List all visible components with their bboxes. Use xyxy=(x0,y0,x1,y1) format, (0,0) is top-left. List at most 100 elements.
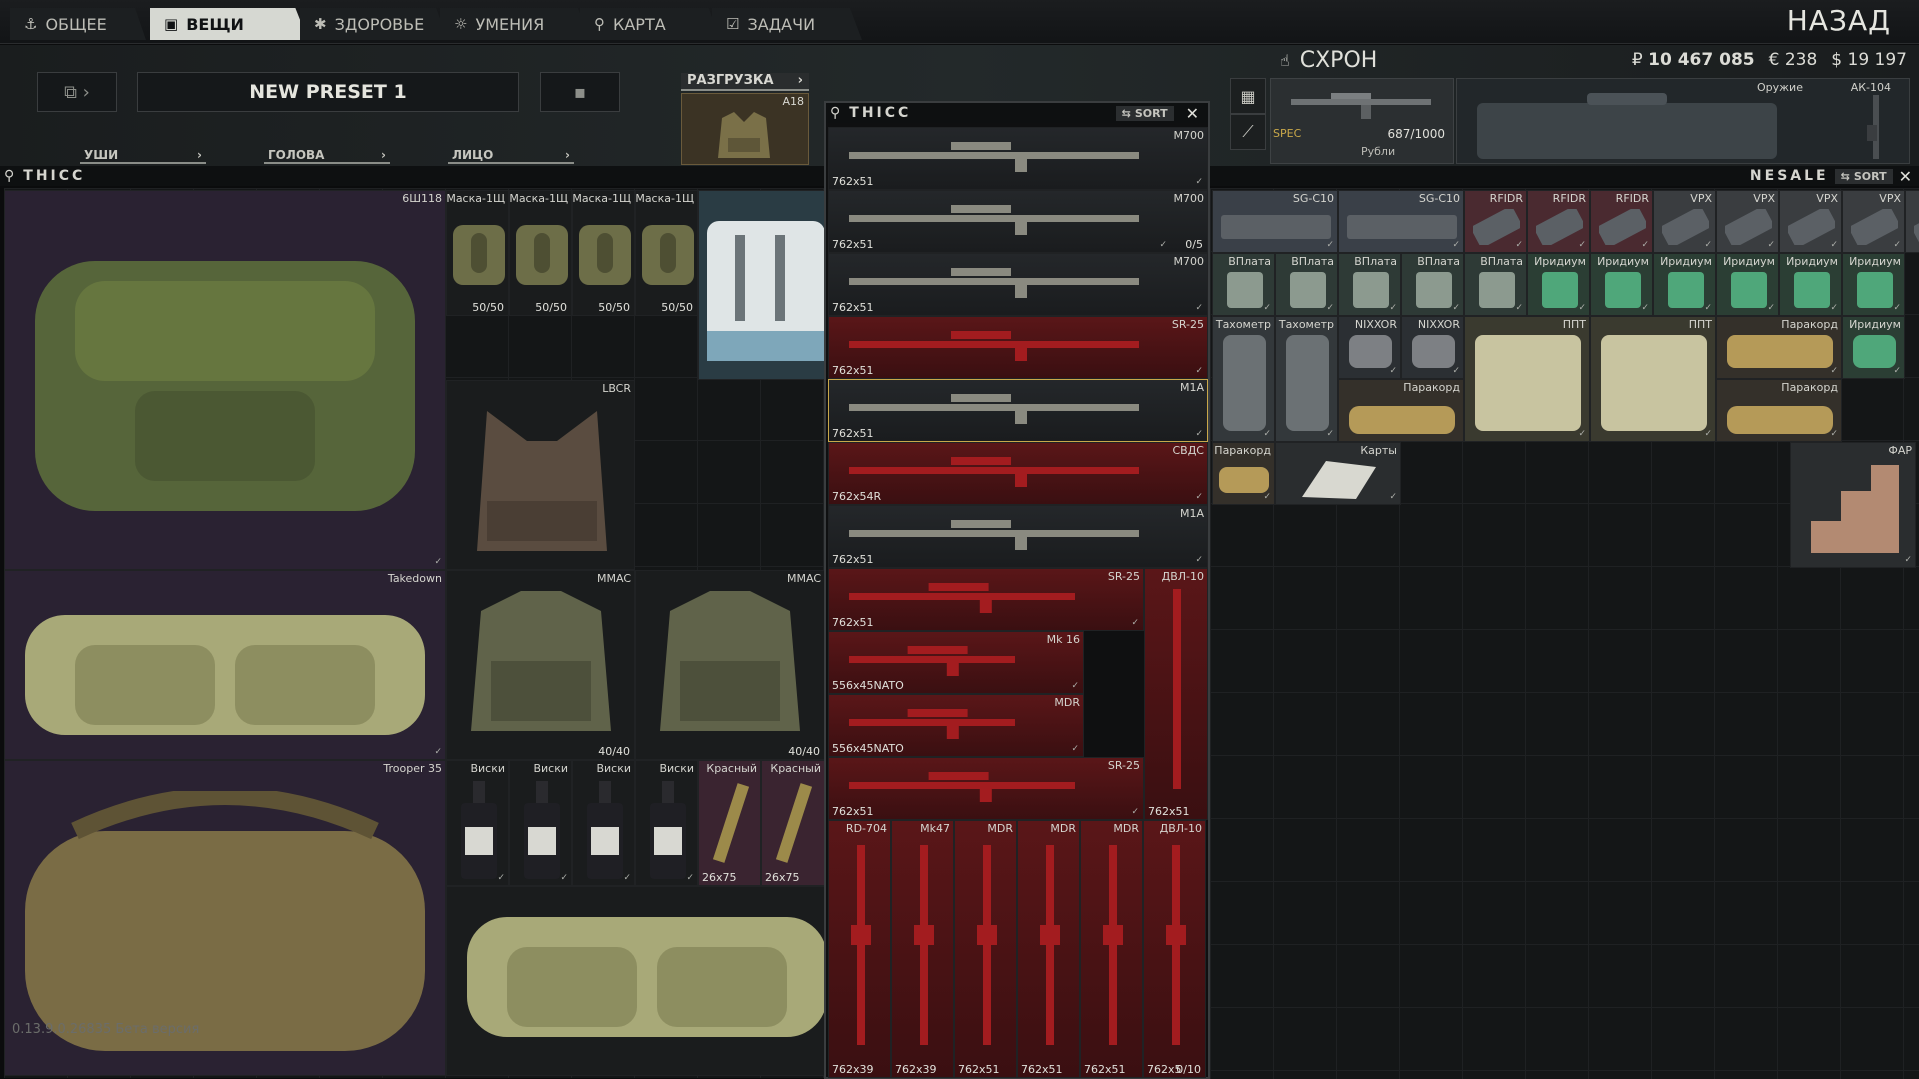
weapon-row-8[interactable]: Mk 16 556x45NATO ✓ xyxy=(828,631,1084,694)
item-mmac-1[interactable]: MMAC 40/40 xyxy=(446,570,635,760)
weapon-bottom-3[interactable]: MDR 762x51 xyxy=(1017,820,1080,1078)
tab-skills[interactable]: ☼ УМЕНИЯ xyxy=(440,8,590,40)
checkmark-icon: ✓ xyxy=(1893,366,1901,376)
close-icon[interactable]: ✕ xyxy=(1899,167,1915,186)
item-mask-4[interactable]: Маска-1Щ 50/50 xyxy=(635,190,698,316)
item-paracord-mid[interactable]: Паракорд xyxy=(1338,379,1464,442)
item-vpx-6[interactable]: VPX ✓ xyxy=(1716,190,1779,253)
item-vpx-8[interactable]: VPX ✓ xyxy=(1842,190,1905,253)
item-mask-3[interactable]: Маска-1Щ 50/50 xyxy=(572,190,635,316)
weapon-bottom-2[interactable]: MDR 762x51 xyxy=(954,820,1017,1078)
item-row3-2[interactable]: NIXXOR ✓ xyxy=(1338,316,1401,379)
weapon-preview[interactable]: SPEC 687/1000 Рубли xyxy=(1270,78,1454,164)
item-red-flare-2[interactable]: Красный 26x75 xyxy=(761,760,825,886)
tab-map[interactable]: ⚲ КАРТА xyxy=(580,8,720,40)
item-circuit-board-2[interactable]: ВПлата ✓ xyxy=(1338,253,1401,316)
weapon-case-slot[interactable]: Оружие АК-104 xyxy=(1456,78,1910,164)
item-iridium-5[interactable]: Иридиум ✓ xyxy=(1527,253,1590,316)
component-image xyxy=(1349,335,1392,368)
tab-health[interactable]: ✱ ЗДОРОВЬЕ xyxy=(300,8,448,40)
component-image xyxy=(1416,272,1452,308)
item-iridium-9[interactable]: Иридиум ✓ xyxy=(1779,253,1842,316)
item-row3-7[interactable]: Иридиум ✓ xyxy=(1842,316,1905,379)
weapon-bottom-1[interactable]: Mk47 762x39 xyxy=(891,820,954,1078)
tab-items[interactable]: ▣ ВЕЩИ xyxy=(150,8,308,40)
item-row3-6[interactable]: Паракорд ✓ xyxy=(1716,316,1842,379)
component-image xyxy=(1853,335,1896,368)
item-sg-c10-0[interactable]: SG-C10 ✓ xyxy=(1212,190,1338,253)
weapon-row-5[interactable]: СВДС 762x54R ✓ xyxy=(828,442,1208,505)
item-circuit-board-0[interactable]: ВПлата ✓ xyxy=(1212,253,1275,316)
weapon-row-6[interactable]: M1A 762x51 ✓ xyxy=(828,505,1208,568)
item-circuit-board-3[interactable]: ВПлата ✓ xyxy=(1401,253,1464,316)
item-paracord-right[interactable]: Паракорд ✓ xyxy=(1716,379,1842,442)
sort-button[interactable]: ⇆ SORT xyxy=(1115,105,1174,121)
preset-menu-button[interactable]: ⧉ › xyxy=(37,72,117,112)
component-image xyxy=(1599,209,1646,245)
item-rfidr-2[interactable]: RFIDR ✓ xyxy=(1464,190,1527,253)
item-far[interactable]: ФАР ✓ xyxy=(1790,442,1916,568)
weapon-row-3[interactable]: SR-25 762x51 ✓ xyxy=(828,316,1208,379)
item-backpack-6sh118[interactable]: 6Ш118 ✓ xyxy=(4,190,446,570)
item-bag-bottom[interactable] xyxy=(446,886,825,1076)
preset-name-field[interactable]: NEW PRESET 1 xyxy=(137,72,519,112)
weapon-row-10[interactable]: SR-25 762x51 ✓ xyxy=(828,757,1144,820)
item-iridium-8[interactable]: Иридиум ✓ xyxy=(1716,253,1779,316)
weapon-row-7[interactable]: SR-25 762x51 ✓ xyxy=(828,568,1144,631)
component-image xyxy=(1601,335,1707,431)
tab-tasks[interactable]: ☑ ЗАДАЧИ xyxy=(712,8,862,40)
item-row3-0[interactable]: Тахометр ✓ xyxy=(1212,316,1275,442)
item-mask-1[interactable]: Маска-1Щ 50/50 xyxy=(446,190,509,316)
item-rfidr-3[interactable]: RFIDR ✓ xyxy=(1527,190,1590,253)
item-circuit-board-1[interactable]: ВПлата ✓ xyxy=(1275,253,1338,316)
item-sg-c10-1[interactable]: SG-C10 ✓ xyxy=(1338,190,1464,253)
sort-button[interactable]: ⇆ SORT xyxy=(1834,168,1893,184)
item-whiskey-3[interactable]: Виски ✓ xyxy=(572,760,635,886)
checkmark-icon: ✓ xyxy=(1767,240,1775,250)
item-red-flare-1[interactable]: Красный 26x75 xyxy=(698,760,761,886)
item-whiskey-4[interactable]: Виски ✓ xyxy=(635,760,698,886)
weapon-bottom-4[interactable]: MDR 762x51 xyxy=(1080,820,1143,1078)
item-vpx-9[interactable]: VPX ✓ xyxy=(1905,190,1919,253)
item-vpx-5[interactable]: VPX ✓ xyxy=(1653,190,1716,253)
rig-item[interactable]: A18 xyxy=(681,93,809,165)
weapon-view-button[interactable]: ⟋ xyxy=(1230,114,1266,150)
weapon-row-9[interactable]: MDR 556x45NATO ✓ xyxy=(828,694,1084,757)
item-whiskey-1[interactable]: Виски ✓ xyxy=(446,760,509,886)
item-maps[interactable]: Карты ✓ xyxy=(1275,442,1401,505)
tab-general[interactable]: ⚓ ОБЩЕЕ xyxy=(10,8,146,40)
item-lbcr[interactable]: LBCR xyxy=(446,380,635,570)
item-mask-2[interactable]: Маска-1Щ 50/50 xyxy=(509,190,572,316)
weapon-row-1[interactable]: M700 762x51 0/5 ✓ xyxy=(828,190,1208,253)
item-row3-4[interactable]: ППТ ✓ xyxy=(1464,316,1590,442)
slot-head[interactable]: ГОЛОВА › xyxy=(264,148,390,164)
item-mmac-2[interactable]: MMAC 40/40 xyxy=(635,570,825,760)
back-button[interactable]: НАЗАД xyxy=(1787,4,1891,37)
item-iridium-6[interactable]: Иридиум ✓ xyxy=(1590,253,1653,316)
weapon-row-4[interactable]: M1A 762x51 ✓ xyxy=(828,379,1208,442)
slot-rig[interactable]: РАЗГРУЗКА › xyxy=(681,73,809,91)
weapon-bottom-5[interactable]: ДВЛ-10 762x5 0/10 xyxy=(1143,820,1206,1078)
item-container[interactable] xyxy=(698,190,825,380)
weapon-dvl10-side[interactable]: ДВЛ-10 762x51 xyxy=(1144,568,1208,820)
item-iridium-10[interactable]: Иридиум ✓ xyxy=(1842,253,1905,316)
weapon-row-0[interactable]: M700 762x51 ✓ xyxy=(828,127,1208,190)
item-row3-5[interactable]: ППТ ✓ xyxy=(1590,316,1716,442)
weapon-bottom-0[interactable]: RD-704 762x39 xyxy=(828,820,891,1078)
checkmark-icon: ✓ xyxy=(1389,303,1397,313)
item-vpx-7[interactable]: VPX ✓ xyxy=(1779,190,1842,253)
item-paracord-small[interactable]: Паракорд ✓ xyxy=(1212,442,1275,505)
item-whiskey-2[interactable]: Виски ✓ xyxy=(509,760,572,886)
item-row3-3[interactable]: NIXXOR ✓ xyxy=(1401,316,1464,379)
item-circuit-board-4[interactable]: ВПлата ✓ xyxy=(1464,253,1527,316)
slot-face[interactable]: ЛИЦО › xyxy=(448,148,574,164)
item-takedown[interactable]: Takedown ✓ xyxy=(4,570,446,760)
grid-view-button[interactable]: ▦ xyxy=(1230,78,1266,114)
item-row3-1[interactable]: Тахометр ✓ xyxy=(1275,316,1338,442)
item-iridium-7[interactable]: Иридиум ✓ xyxy=(1653,253,1716,316)
item-rfidr-4[interactable]: RFIDR ✓ xyxy=(1590,190,1653,253)
slot-ears[interactable]: УШИ › xyxy=(80,148,206,164)
save-preset-button[interactable]: ▪ xyxy=(540,72,620,112)
close-icon[interactable]: ✕ xyxy=(1180,104,1208,123)
weapon-row-2[interactable]: M700 762x51 ✓ xyxy=(828,253,1208,316)
